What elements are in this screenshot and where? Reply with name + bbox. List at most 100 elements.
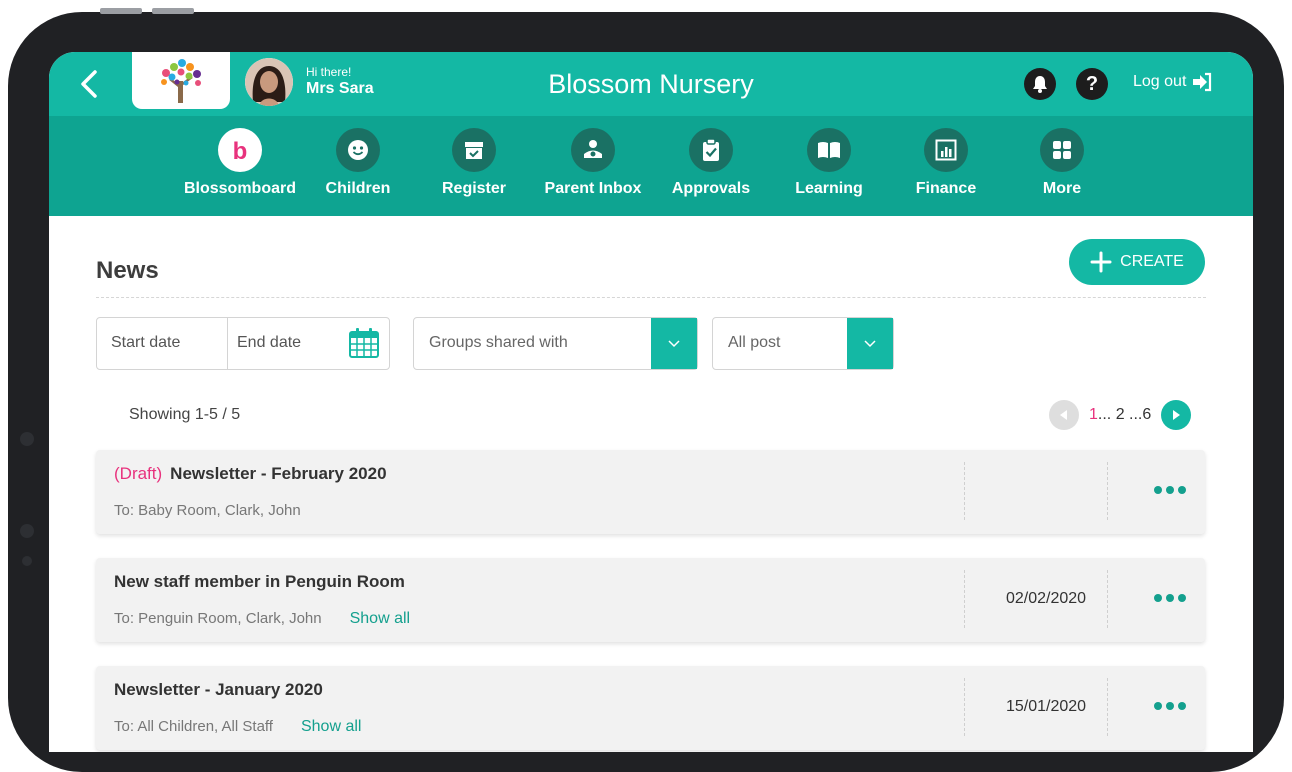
device-camera	[20, 432, 34, 446]
start-date-field[interactable]: Start date	[111, 334, 180, 352]
dot-icon	[1178, 486, 1186, 494]
triangle-left-icon	[1060, 410, 1067, 420]
nav-item-parent-inbox[interactable]: Parent Inbox	[537, 128, 649, 208]
news-post-card[interactable]: (Draft) Newsletter - February 2020 To: Ba…	[96, 450, 1205, 534]
groups-select[interactable]: Groups shared with	[413, 317, 698, 370]
register-icon	[452, 128, 496, 172]
nav-item-approvals[interactable]: Approvals	[661, 128, 761, 208]
end-date-field[interactable]: End date	[237, 334, 301, 352]
divider	[1107, 570, 1108, 628]
dropdown-button[interactable]	[651, 318, 697, 369]
post-recipients-text: To: Penguin Room, Clark, John	[114, 610, 322, 627]
post-title: Newsletter - January 2020	[114, 680, 323, 700]
nav-label: Parent Inbox	[544, 180, 642, 197]
chevron-down-icon	[864, 339, 876, 347]
divider	[1107, 462, 1108, 520]
more-options-button[interactable]	[1154, 486, 1186, 494]
dot-icon	[1154, 594, 1162, 602]
nav-item-more[interactable]: More	[1022, 128, 1102, 208]
page-title: News	[96, 257, 159, 284]
show-all-link[interactable]: Show all	[350, 610, 410, 627]
nav-label: Children	[325, 180, 391, 197]
show-all-link[interactable]: Show all	[301, 718, 361, 735]
dot-icon	[1166, 594, 1174, 602]
chart-icon	[924, 128, 968, 172]
create-label: CREATE	[1120, 253, 1184, 270]
divider	[227, 318, 228, 369]
device-volume-button	[100, 8, 142, 14]
dropdown-button[interactable]	[847, 318, 893, 369]
draft-badge: (Draft)	[114, 464, 163, 483]
post-title-text: New staff member in Penguin Room	[114, 572, 405, 591]
device-volume-button	[152, 8, 194, 14]
app-screen: Hi there! Mrs Sara Blossom Nursery ? Log…	[49, 52, 1253, 752]
current-page[interactable]: 1	[1089, 406, 1098, 423]
groups-select-text: Groups shared with	[429, 334, 568, 351]
post-recipients-text: To: Baby Room, Clark, John	[114, 502, 301, 519]
svg-text:b: b	[233, 138, 248, 165]
nav-label: More	[1042, 180, 1082, 197]
dot-icon	[1154, 486, 1162, 494]
date-range-filter: Start date End date	[96, 317, 390, 370]
prev-page-button[interactable]	[1049, 400, 1079, 430]
nav-label: Approvals	[671, 180, 751, 197]
logout-icon	[1193, 72, 1212, 92]
divider	[96, 297, 1206, 298]
more-options-button[interactable]	[1154, 702, 1186, 710]
post-type-select-text: All post	[728, 334, 781, 351]
app-title: Blossom Nursery	[548, 69, 754, 99]
nav-label: Blossomboard	[183, 180, 296, 197]
triangle-right-icon	[1173, 410, 1181, 420]
grid-icon	[1040, 128, 1084, 172]
logout-button[interactable]: Log out	[1133, 72, 1212, 92]
post-title-text: Newsletter - February 2020	[170, 464, 387, 483]
post-recipients: To: All Children, All Staff Show all	[114, 718, 361, 736]
nav-item-children[interactable]: Children	[313, 128, 403, 208]
device-sensor	[20, 524, 34, 538]
post-type-select[interactable]: All post	[712, 317, 894, 370]
blossomboard-icon: b	[218, 128, 262, 172]
main-nav: b Blossomboard Children Register Parent …	[49, 116, 1253, 216]
next-page-button[interactable]	[1161, 400, 1192, 430]
divider	[964, 462, 965, 520]
bell-icon	[1033, 76, 1047, 93]
post-recipients: To: Penguin Room, Clark, John Show all	[114, 610, 410, 628]
news-post-card[interactable]: Newsletter - January 2020 To: All Childr…	[96, 666, 1205, 750]
dot-icon	[1166, 486, 1174, 494]
smiley-icon	[336, 128, 380, 172]
nav-item-learning[interactable]: Learning	[784, 128, 874, 208]
dot-icon	[1178, 594, 1186, 602]
results-count: Showing 1-5 / 5	[129, 406, 241, 423]
create-button[interactable]: CREATE	[1069, 239, 1205, 285]
dot-icon	[1154, 702, 1162, 710]
help-icon: ?	[1085, 72, 1099, 95]
notifications-button[interactable]	[1024, 68, 1056, 100]
more-options-button[interactable]	[1154, 594, 1186, 602]
divider	[1107, 678, 1108, 736]
parent-inbox-icon	[571, 128, 615, 172]
calendar-icon[interactable]	[348, 327, 380, 364]
post-title: New staff member in Penguin Room	[114, 572, 405, 592]
post-recipients: To: Baby Room, Clark, John	[114, 502, 301, 519]
post-recipients-text: To: All Children, All Staff	[114, 718, 273, 735]
nav-label: Finance	[915, 180, 977, 197]
chevron-down-icon	[668, 339, 680, 347]
book-icon	[807, 128, 851, 172]
nav-item-register[interactable]: Register	[429, 128, 519, 208]
post-title: (Draft) Newsletter - February 2020	[114, 464, 387, 484]
help-button[interactable]: ?	[1076, 68, 1108, 100]
nav-item-finance[interactable]: Finance	[904, 128, 988, 208]
nav-item-blossomboard[interactable]: b Blossomboard	[179, 128, 301, 208]
top-bar: Hi there! Mrs Sara Blossom Nursery ? Log…	[49, 52, 1253, 116]
post-date: 02/02/2020	[1005, 590, 1087, 607]
page-numbers[interactable]: 1... 2 ...6	[1089, 406, 1151, 424]
dot-icon	[1178, 702, 1186, 710]
dot-icon	[1166, 702, 1174, 710]
clipboard-check-icon	[689, 128, 733, 172]
nav-label: Register	[441, 180, 507, 197]
post-title-text: Newsletter - January 2020	[114, 680, 323, 699]
news-post-card[interactable]: New staff member in Penguin Room To: Pen…	[96, 558, 1205, 642]
post-date: 15/01/2020	[1005, 698, 1087, 715]
divider	[964, 570, 965, 628]
other-pages[interactable]: ... 2 ...6	[1098, 406, 1151, 423]
